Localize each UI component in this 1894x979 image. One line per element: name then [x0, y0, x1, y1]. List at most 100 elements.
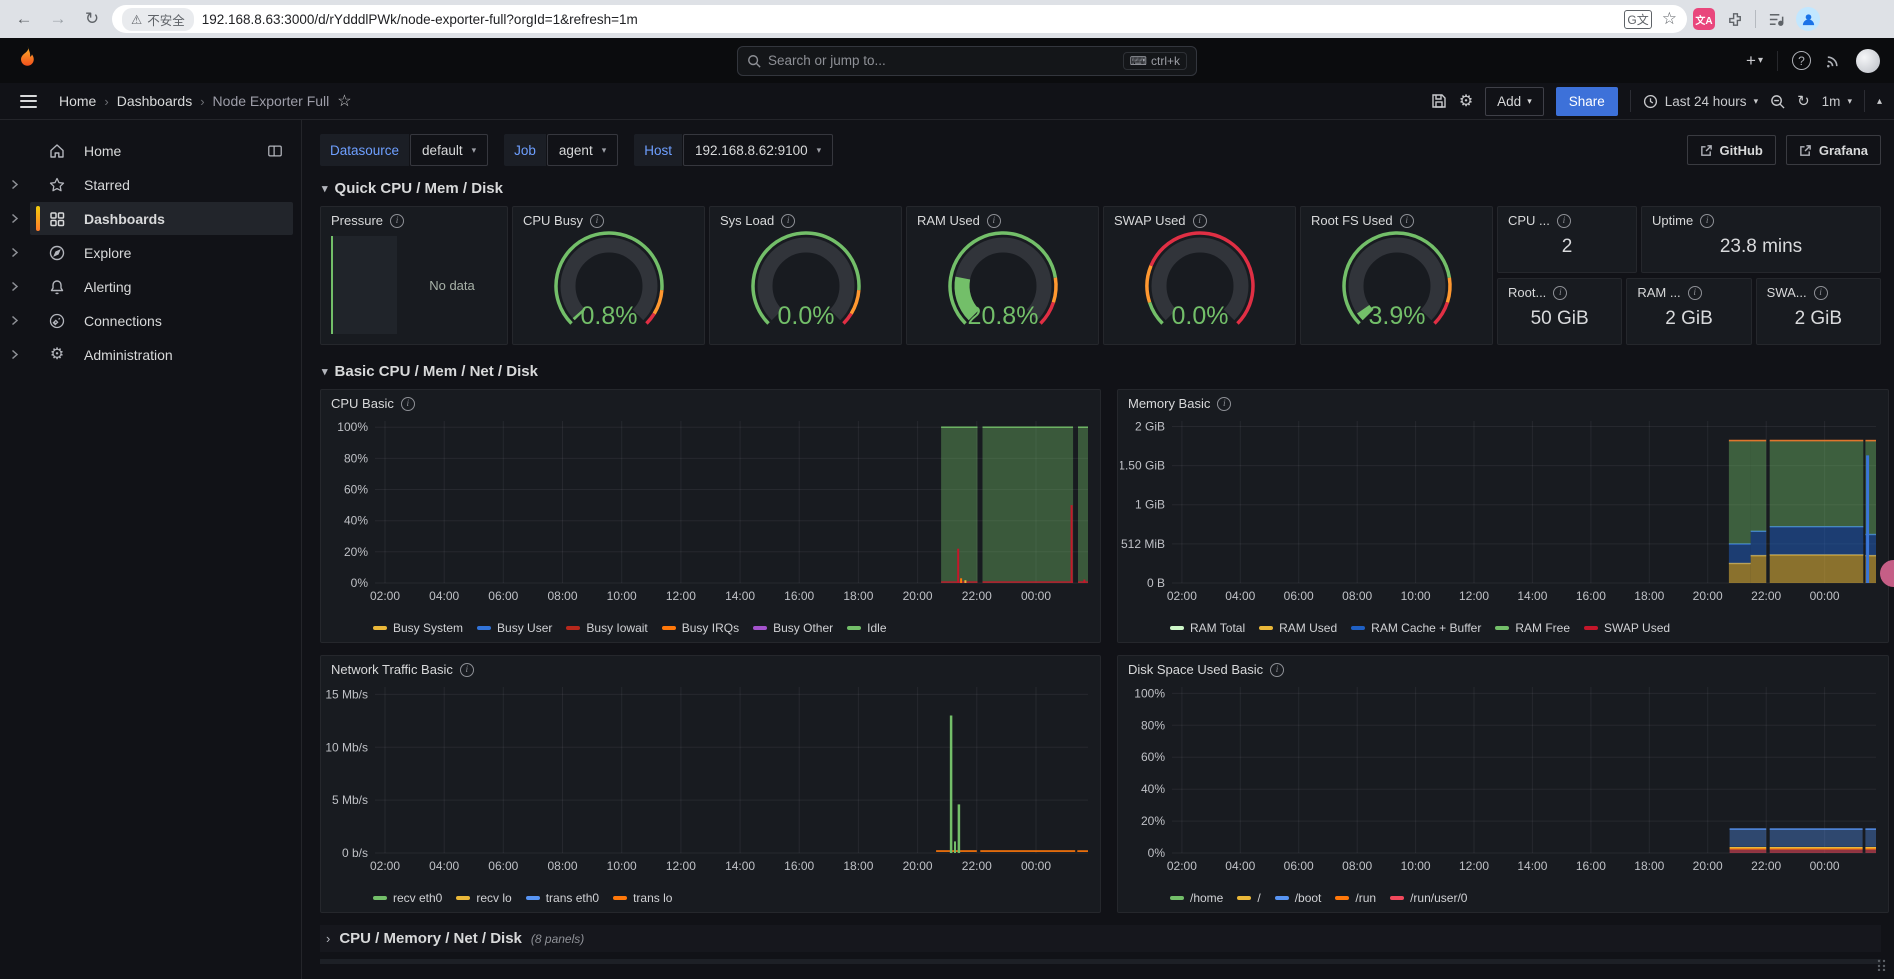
time-range-picker[interactable]: Last 24 hours▾: [1643, 94, 1758, 109]
info-icon[interactable]: i: [987, 214, 1001, 228]
legend-item-home[interactable]: /home: [1170, 891, 1223, 905]
add-button[interactable]: Add▾: [1485, 87, 1544, 116]
panel-root-fs-used[interactable]: Root FS Usedi3.9%: [1300, 206, 1493, 345]
info-icon[interactable]: i: [590, 214, 604, 228]
legend-item-run[interactable]: /run: [1335, 891, 1376, 905]
section-basic-cpu-mem-net-disk[interactable]: ▾ Basic CPU / Mem / Net / Disk: [322, 363, 1881, 380]
info-icon[interactable]: i: [390, 214, 404, 228]
variable-label-host[interactable]: Host: [634, 134, 682, 166]
section-cpu-memory-net-disk-collapsed[interactable]: › CPU / Memory / Net / Disk (8 panels): [320, 925, 1881, 952]
search-input[interactable]: [768, 53, 1116, 68]
legend-item-busy-iowait[interactable]: Busy Iowait: [566, 621, 647, 635]
browser-profile-avatar[interactable]: [1796, 7, 1820, 31]
panel-stat-root[interactable]: Root...i50 GiB: [1497, 278, 1622, 345]
news-rss-icon[interactable]: [1825, 52, 1842, 69]
disk-space-chart[interactable]: 02:0004:0006:0008:0010:0012:0014:0016:00…: [1118, 677, 1888, 891]
legend-item-recv-lo[interactable]: recv lo: [456, 891, 511, 905]
mega-menu-toggle[interactable]: [16, 91, 41, 112]
legend-item-swap-used[interactable]: SWAP Used: [1584, 621, 1670, 635]
chevron-right-icon[interactable]: [0, 179, 30, 190]
chevron-right-icon[interactable]: [0, 247, 30, 258]
info-icon[interactable]: i: [1700, 214, 1714, 228]
grafana-link-button[interactable]: Grafana: [1786, 135, 1881, 165]
legend-item-trans-lo[interactable]: trans lo: [613, 891, 672, 905]
panel-sys-load[interactable]: Sys Loadi0.0%: [709, 206, 902, 345]
section-quick-cpu-mem-disk[interactable]: ▾ Quick CPU / Mem / Disk: [322, 180, 1881, 197]
chevron-right-icon[interactable]: [0, 315, 30, 326]
panel-memory-basic[interactable]: Memory Basic i 02:0004:0006:0008:0010:00…: [1117, 389, 1889, 643]
sidebar-item-home[interactable]: Home: [0, 134, 293, 167]
legend-item-busy-system[interactable]: Busy System: [373, 621, 463, 635]
chevron-right-icon[interactable]: [0, 281, 30, 292]
tab-list-icon[interactable]: [1762, 5, 1790, 33]
legend-item-recv-eth0[interactable]: recv eth0: [373, 891, 442, 905]
panel-cpu-busy[interactable]: CPU Busyi0.8%: [512, 206, 705, 345]
panel-stat-ram[interactable]: RAM ...i2 GiB: [1626, 278, 1751, 345]
add-menu-icon[interactable]: + ▾: [1746, 51, 1763, 71]
translate-extension-icon[interactable]: 文A: [1693, 8, 1715, 30]
sidebar-item-explore[interactable]: Explore: [0, 236, 293, 269]
info-icon[interactable]: i: [781, 214, 795, 228]
panel-ram-used[interactable]: RAM Usedi20.8%: [906, 206, 1099, 345]
url-text[interactable]: 192.168.8.63:3000/d/rYdddlPWk/node-expor…: [202, 12, 1617, 27]
info-icon[interactable]: i: [1217, 397, 1231, 411]
share-button[interactable]: Share: [1556, 87, 1618, 116]
zoom-out-time-icon[interactable]: [1770, 94, 1785, 109]
info-icon[interactable]: i: [1553, 286, 1567, 300]
variable-value-host[interactable]: 192.168.8.62:9100▾: [683, 134, 833, 166]
panel-pressure[interactable]: Pressure i No data: [320, 206, 508, 345]
legend-item-busy-user[interactable]: Busy User: [477, 621, 552, 635]
info-icon[interactable]: i: [1688, 286, 1702, 300]
panel-cpu-basic[interactable]: CPU Basic i 02:0004:0006:0008:0010:0012:…: [320, 389, 1101, 643]
save-dashboard-icon[interactable]: [1431, 93, 1447, 109]
refresh-icon[interactable]: ↻: [1797, 92, 1810, 110]
info-icon[interactable]: i: [1193, 214, 1207, 228]
dashboard-settings-icon[interactable]: ⚙: [1459, 91, 1473, 111]
panel-disk-space-used-basic[interactable]: Disk Space Used Basic i 02:0004:0006:000…: [1117, 655, 1889, 913]
url-bar[interactable]: ⚠ 不安全 192.168.8.63:3000/d/rYdddlPWk/node…: [112, 5, 1687, 33]
browser-back-icon[interactable]: ←: [10, 5, 38, 33]
legend-item-ram-used[interactable]: RAM Used: [1259, 621, 1337, 635]
grafana-logo[interactable]: [14, 45, 40, 76]
legend-item-ram-cache-buffer[interactable]: RAM Cache + Buffer: [1351, 621, 1481, 635]
global-search[interactable]: ⌨ ctrl+k: [737, 46, 1197, 76]
legend-item-busy-irqs[interactable]: Busy IRQs: [662, 621, 739, 635]
legend-item-ram-free[interactable]: RAM Free: [1495, 621, 1570, 635]
legend-item-idle[interactable]: Idle: [847, 621, 886, 635]
info-icon[interactable]: i: [1814, 286, 1828, 300]
variable-label-datasource[interactable]: Datasource: [320, 134, 409, 166]
panel-stat-uptime[interactable]: Uptimei23.8 mins: [1641, 206, 1881, 273]
sidebar-item-alerting[interactable]: Alerting: [0, 270, 293, 303]
breadcrumb-home[interactable]: Home: [59, 93, 96, 109]
cpu-basic-chart[interactable]: 02:0004:0006:0008:0010:0012:0014:0016:00…: [321, 411, 1100, 621]
extensions-puzzle-icon[interactable]: [1721, 5, 1749, 33]
translate-icon[interactable]: G文: [1624, 10, 1651, 29]
help-icon[interactable]: ?: [1792, 51, 1811, 70]
info-icon[interactable]: i: [401, 397, 415, 411]
user-avatar[interactable]: [1856, 49, 1880, 73]
browser-forward-icon[interactable]: →: [44, 5, 72, 33]
legend-item-boot[interactable]: /boot: [1275, 891, 1322, 905]
sidebar-item-administration[interactable]: ⚙Administration: [0, 338, 293, 371]
sidebar-item-starred[interactable]: Starred: [0, 168, 293, 201]
info-icon[interactable]: i: [1270, 663, 1284, 677]
variable-value-datasource[interactable]: default▾: [410, 134, 488, 166]
network-traffic-chart[interactable]: 02:0004:0006:0008:0010:0012:0014:0016:00…: [321, 677, 1100, 891]
panel-stat-swa[interactable]: SWA...i2 GiB: [1756, 278, 1881, 345]
memory-basic-chart[interactable]: 02:0004:0006:0008:0010:0012:0014:0016:00…: [1118, 411, 1888, 621]
panel-network-traffic-basic[interactable]: Network Traffic Basic i 02:0004:0006:000…: [320, 655, 1101, 913]
info-icon[interactable]: i: [1557, 214, 1571, 228]
legend-item-trans-eth0[interactable]: trans eth0: [526, 891, 599, 905]
favorite-star-icon[interactable]: ☆: [337, 91, 351, 111]
collapse-sidebar-icon[interactable]: [267, 143, 283, 159]
legend-item-ram-total[interactable]: RAM Total: [1170, 621, 1245, 635]
sidebar-item-connections[interactable]: Connections: [0, 304, 293, 337]
info-icon[interactable]: i: [460, 663, 474, 677]
resize-handle-icon[interactable]: [1876, 958, 1889, 976]
security-chip[interactable]: ⚠ 不安全: [122, 8, 194, 31]
chevron-right-icon[interactable]: [0, 349, 30, 360]
chevron-right-icon[interactable]: [0, 213, 30, 224]
bookmark-star-icon[interactable]: ☆: [1662, 9, 1677, 29]
legend-item-run-user-0[interactable]: /run/user/0: [1390, 891, 1467, 905]
github-link-button[interactable]: GitHub: [1687, 135, 1776, 165]
